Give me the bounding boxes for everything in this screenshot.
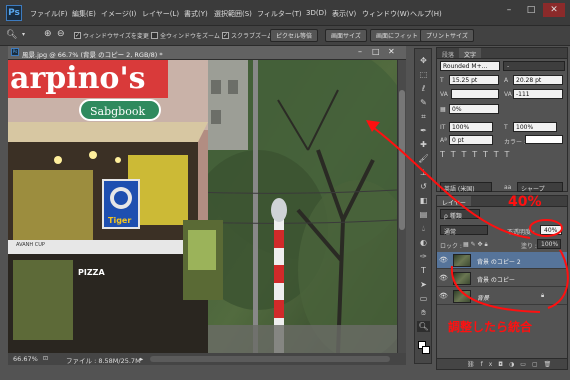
layers-bracket-line	[450, 265, 541, 313]
annotation-arrow-line	[369, 124, 531, 239]
opacity-highlight-circle	[529, 219, 563, 237]
annotation-merge-text: 調整したら統合	[448, 320, 533, 334]
layers-bracket-line	[547, 249, 569, 309]
annotation-percent: 40%	[508, 194, 542, 210]
